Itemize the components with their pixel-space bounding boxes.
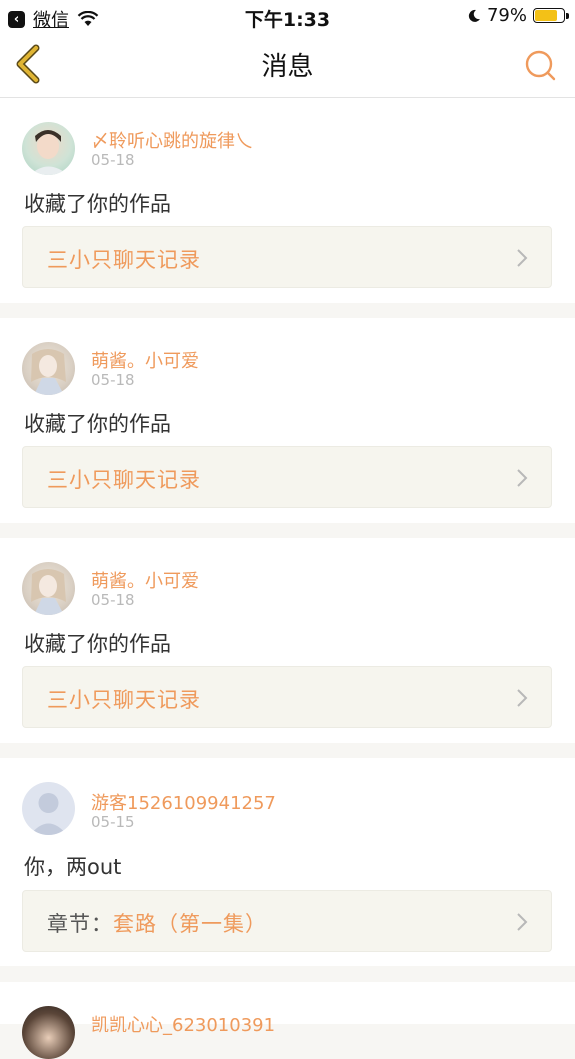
work-link-label: 三小只聊天记录 bbox=[47, 464, 201, 494]
message-card: 萌酱。小可爱 05-18 收藏了你的作品 三小只聊天记录 bbox=[0, 318, 575, 523]
avatar-image bbox=[30, 130, 68, 175]
link-prefix: 章节： bbox=[47, 912, 113, 936]
chevron-right-icon bbox=[517, 913, 528, 931]
work-link-label: 三小只聊天记录 bbox=[47, 684, 201, 714]
link-title: 三小只聊天记录 bbox=[47, 248, 201, 272]
avatar-image bbox=[31, 569, 66, 615]
message-date: 05-18 bbox=[91, 151, 135, 169]
chevron-right-icon bbox=[517, 249, 528, 267]
status-bar: ‹ 微信 下午1:33 79% bbox=[0, 0, 575, 32]
avatar[interactable] bbox=[22, 782, 75, 835]
message-card: 凯凯心心_623010391 bbox=[0, 982, 575, 1059]
user-name[interactable]: 萌酱。小可爱 bbox=[91, 347, 199, 373]
avatar[interactable] bbox=[22, 1006, 75, 1059]
default-avatar-icon bbox=[30, 793, 67, 835]
status-right: 79% bbox=[467, 5, 569, 26]
message-text: 收藏了你的作品 bbox=[24, 192, 171, 216]
message-card: 〆聆听心跳的旋律乀 05-18 收藏了你的作品 三小只聊天记录 bbox=[0, 98, 575, 303]
chapter-link-label: 章节：套路（第一集） bbox=[47, 908, 267, 938]
link-title: 套路（第一集） bbox=[113, 912, 267, 936]
chevron-right-icon bbox=[517, 689, 528, 707]
work-link[interactable]: 三小只聊天记录 bbox=[22, 446, 552, 508]
battery-percent: 79% bbox=[486, 5, 527, 26]
user-name[interactable]: 游客1526109941257 bbox=[91, 789, 276, 815]
page-title: 消息 bbox=[261, 52, 314, 82]
link-title: 三小只聊天记录 bbox=[47, 688, 201, 712]
work-link[interactable]: 三小只聊天记录 bbox=[22, 226, 552, 288]
message-card: 萌酱。小可爱 05-18 收藏了你的作品 三小只聊天记录 bbox=[0, 538, 575, 743]
work-link-label: 三小只聊天记录 bbox=[47, 244, 201, 274]
battery-cap bbox=[566, 13, 569, 19]
message-text: 收藏了你的作品 bbox=[24, 632, 171, 656]
battery-icon bbox=[533, 8, 569, 23]
message-date: 05-18 bbox=[91, 591, 135, 609]
chevron-right-icon bbox=[517, 469, 528, 487]
user-name[interactable]: 萌酱。小可爱 bbox=[91, 567, 199, 593]
link-title: 三小只聊天记录 bbox=[47, 468, 201, 492]
chapter-link[interactable]: 章节：套路（第一集） bbox=[22, 890, 552, 952]
message-text: 收藏了你的作品 bbox=[24, 412, 171, 436]
avatar[interactable] bbox=[22, 122, 75, 175]
battery-level bbox=[535, 10, 558, 21]
avatar[interactable] bbox=[22, 562, 75, 615]
message-text: 你，两out bbox=[24, 855, 122, 879]
avatar-image bbox=[31, 349, 66, 395]
nav-bar: 消息 bbox=[0, 32, 575, 98]
message-date: 05-15 bbox=[91, 813, 135, 831]
message-date: 05-18 bbox=[91, 371, 135, 389]
work-link[interactable]: 三小只聊天记录 bbox=[22, 666, 552, 728]
user-name[interactable]: 凯凯心心_623010391 bbox=[91, 1011, 275, 1037]
user-name[interactable]: 〆聆听心跳的旋律乀 bbox=[91, 127, 253, 153]
avatar[interactable] bbox=[22, 342, 75, 395]
message-card: 游客1526109941257 05-15 你，两out 章节：套路（第一集） bbox=[0, 758, 575, 966]
search-icon[interactable] bbox=[523, 48, 557, 82]
moon-icon bbox=[468, 9, 480, 22]
